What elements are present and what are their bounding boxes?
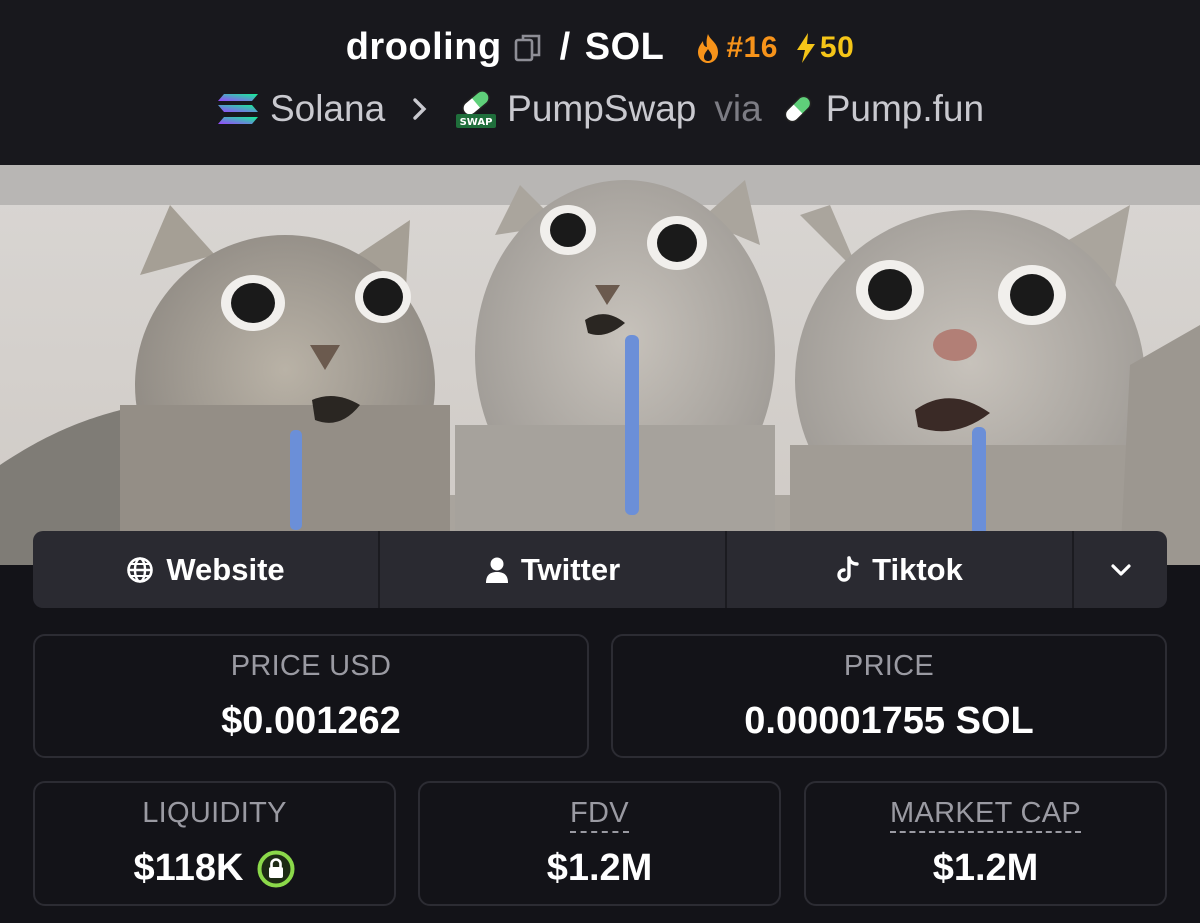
boost-value: 50	[819, 30, 855, 64]
pair-header: drooling / SOL #16 50 Solana SWAP PumpSw…	[0, 0, 1200, 165]
user-icon	[485, 556, 509, 584]
more-links-button[interactable]	[1074, 531, 1167, 608]
lock-icon[interactable]	[257, 850, 295, 888]
token-banner-image	[0, 165, 1200, 565]
tiktok-icon	[836, 555, 860, 584]
liquidity-value: $118K	[133, 847, 244, 889]
price-native-label: PRICE	[843, 650, 935, 682]
twitter-button[interactable]: Twitter	[380, 531, 727, 608]
pair-separator: /	[559, 26, 571, 68]
price-usd-value: $0.001262	[221, 700, 401, 742]
fdv-label-text: FDV	[570, 797, 629, 833]
market-cap-label-text: MARKET CAP	[889, 797, 1081, 833]
price-usd-label: PRICE USD	[230, 650, 392, 682]
launchpad-name: Pump.fun	[825, 88, 985, 129]
market-cap-label[interactable]: MARKET CAP	[806, 797, 1165, 833]
rank-value: #16	[726, 30, 778, 64]
pair-breadcrumb: Solana SWAP PumpSwap via Pump.fun	[0, 88, 1200, 130]
lightning-icon	[794, 32, 818, 64]
boost-count[interactable]: 50	[794, 31, 854, 65]
liquidity-card: LIQUIDITY $118K	[33, 781, 396, 906]
chevron-right-icon	[411, 96, 429, 122]
website-button[interactable]: Website	[33, 531, 380, 608]
token-symbol: drooling	[345, 26, 502, 68]
quote-symbol: SOL	[584, 26, 665, 68]
twitter-label: Twitter	[520, 551, 621, 587]
swap-badge: SWAP	[460, 117, 493, 128]
chain-link[interactable]: Solana	[216, 88, 385, 130]
copy-icon[interactable]	[514, 33, 542, 63]
chain-name: Solana	[269, 88, 386, 129]
solana-icon	[216, 92, 260, 126]
market-cap-card: MARKET CAP $1.2M	[804, 781, 1167, 906]
dex-link[interactable]: SWAP PumpSwap	[455, 88, 696, 130]
price-native-card: PRICE 0.00001755 SOL	[611, 634, 1167, 758]
website-label: Website	[166, 551, 285, 587]
liquidity-label: LIQUIDITY	[142, 797, 287, 829]
pumpswap-icon: SWAP	[455, 89, 497, 129]
liquidity-value-row: $118K	[35, 847, 394, 890]
social-links-bar: Website Twitter Tiktok	[33, 531, 1167, 608]
launchpad-link[interactable]: Pump.fun	[780, 88, 984, 130]
chevron-down-icon	[1109, 562, 1133, 578]
fdv-card: FDV $1.2M	[418, 781, 781, 906]
price-usd-card: PRICE USD $0.001262	[33, 634, 589, 758]
globe-icon	[126, 556, 154, 584]
fdv-label[interactable]: FDV	[420, 797, 779, 833]
market-cap-value: $1.2M	[932, 847, 1039, 889]
trending-rank[interactable]: #16	[694, 31, 778, 65]
fire-icon	[694, 32, 722, 64]
pair-title: drooling / SOL #16 50	[0, 26, 1200, 69]
via-label: via	[714, 88, 762, 129]
price-native-value: 0.00001755 SOL	[744, 700, 1034, 742]
pill-icon	[780, 91, 816, 127]
dex-name: PumpSwap	[507, 88, 697, 129]
tiktok-label: Tiktok	[872, 551, 963, 587]
fdv-value: $1.2M	[546, 847, 653, 889]
tiktok-button[interactable]: Tiktok	[727, 531, 1074, 608]
